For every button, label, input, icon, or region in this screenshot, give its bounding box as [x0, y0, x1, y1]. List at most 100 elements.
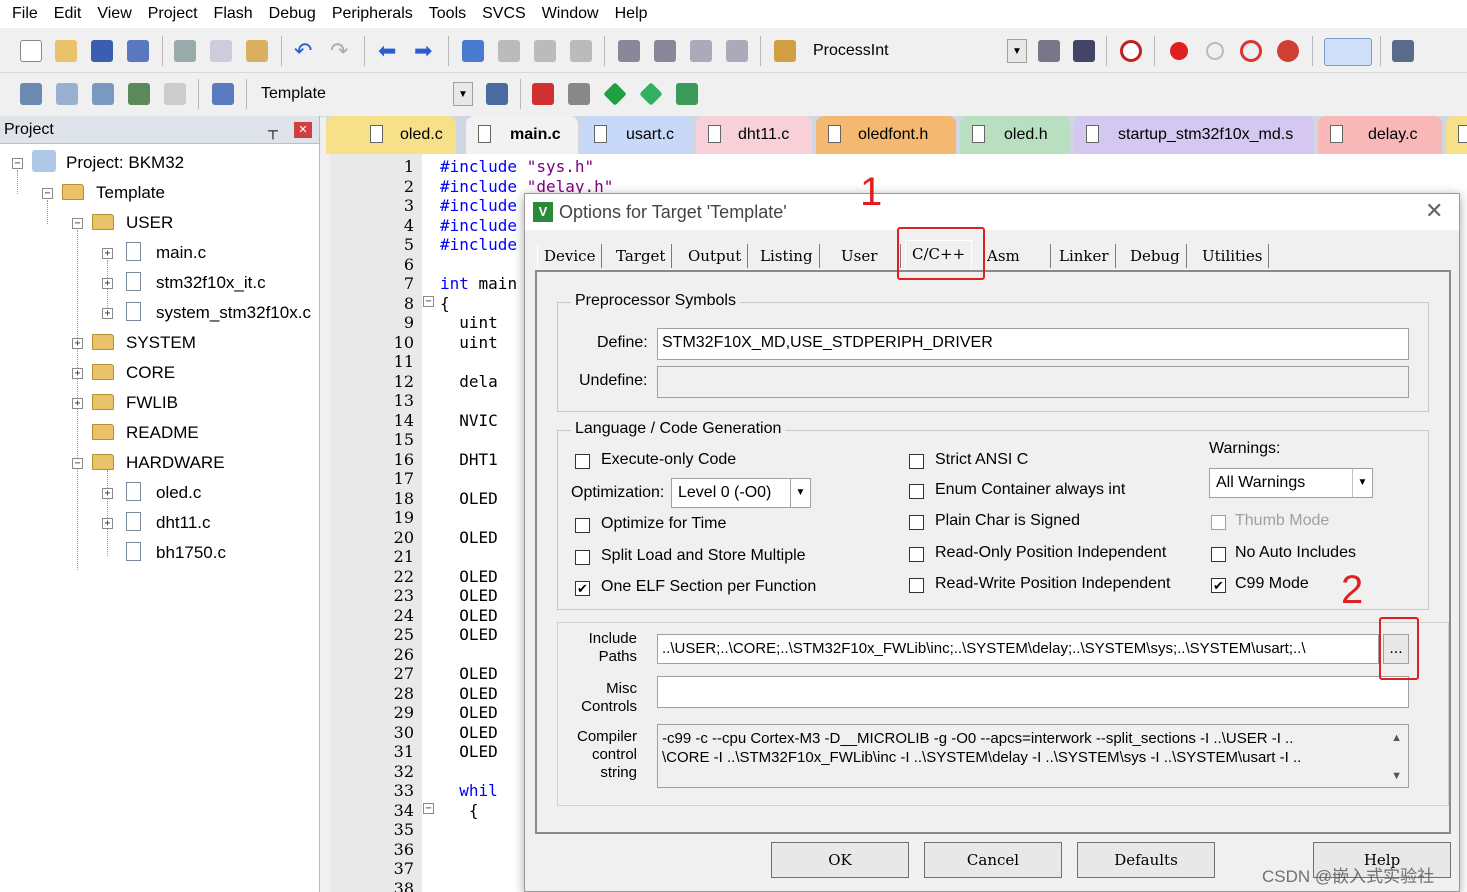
defaults-button[interactable]: Defaults	[1077, 842, 1215, 878]
fold-icon[interactable]: −	[423, 296, 434, 307]
cancel-button[interactable]: Cancel	[924, 842, 1062, 878]
collapse-icon[interactable]: −	[72, 458, 83, 469]
find-in-files-icon[interactable]	[774, 40, 796, 62]
bookmark-icon[interactable]	[462, 40, 484, 62]
manage-rte-icon[interactable]	[603, 82, 627, 106]
menu-tools[interactable]: Tools	[421, 0, 474, 28]
expand-icon[interactable]: +	[102, 278, 113, 289]
tab-user[interactable]: User	[835, 244, 901, 268]
cut-icon[interactable]	[174, 40, 196, 62]
tab-asm[interactable]: Asm	[981, 244, 1051, 268]
wrench-icon[interactable]	[1392, 40, 1414, 62]
target-options-icon[interactable]	[486, 83, 508, 105]
copy-icon[interactable]	[210, 40, 232, 62]
misc-controls-field[interactable]	[657, 676, 1409, 708]
plain-char-checkbox[interactable]	[909, 515, 924, 530]
collapse-icon[interactable]: −	[72, 218, 83, 229]
menu-project[interactable]: Project	[140, 0, 206, 28]
tree-file[interactable]: main.c	[156, 242, 206, 264]
tree-group-user[interactable]: USER	[126, 212, 173, 234]
new-file-icon[interactable]	[20, 40, 42, 62]
translate-icon[interactable]	[20, 83, 42, 105]
expand-icon[interactable]: +	[72, 368, 83, 379]
debug-session-icon[interactable]	[1120, 40, 1142, 62]
save-icon[interactable]	[91, 40, 113, 62]
optimization-select[interactable]: Level 0 (-O0) ▼	[671, 478, 811, 508]
tree-group[interactable]: CORE	[126, 362, 175, 384]
expand-icon[interactable]: +	[102, 488, 113, 499]
c99-mode-checkbox[interactable]: ✔	[1211, 578, 1226, 593]
no-auto-includes-checkbox[interactable]	[1211, 547, 1226, 562]
manage-project-items-icon[interactable]	[532, 83, 554, 105]
tab-linker[interactable]: Linker	[1053, 244, 1116, 268]
select-packs-icon[interactable]	[639, 82, 663, 106]
enum-container-checkbox[interactable]	[909, 484, 924, 499]
build-icon[interactable]	[56, 83, 78, 105]
process-combo[interactable]: ProcessInt ▼	[806, 38, 1028, 64]
expand-icon[interactable]: +	[72, 338, 83, 349]
download-load-icon[interactable]	[212, 83, 234, 105]
tree-group[interactable]: SYSTEM	[126, 332, 196, 354]
strict-ansi-checkbox[interactable]	[909, 454, 924, 469]
include-paths-field[interactable]: ..\USER;..\CORE;..\STM32F10x_FWLib\inc;.…	[657, 634, 1379, 664]
tab-more[interactable]	[1446, 116, 1467, 154]
tree-target[interactable]: Template	[96, 182, 165, 204]
redo-icon[interactable]: ↷	[330, 40, 352, 62]
tree-group[interactable]: HARDWARE	[126, 452, 225, 474]
tab-debug[interactable]: Debug	[1124, 244, 1187, 268]
chevron-down-icon[interactable]: ▼	[1007, 39, 1027, 63]
tab-utilities[interactable]: Utilities	[1196, 244, 1270, 268]
uncomment-icon[interactable]	[726, 40, 748, 62]
expand-icon[interactable]: +	[72, 398, 83, 409]
rebuild-icon[interactable]	[92, 83, 114, 105]
chevron-down-icon[interactable]: ▼	[1352, 469, 1372, 497]
manage-multi-project-icon[interactable]	[568, 83, 590, 105]
chevron-down-icon[interactable]: ▼	[790, 479, 810, 507]
window-layout-icon[interactable]	[1324, 38, 1372, 66]
tab-dht11-c[interactable]: dht11.c	[696, 116, 812, 154]
nav-forward-icon[interactable]: ➡	[414, 40, 436, 62]
chevron-down-icon[interactable]: ▼	[453, 82, 473, 106]
menu-debug[interactable]: Debug	[261, 0, 324, 28]
find-icon[interactable]	[1038, 40, 1060, 62]
open-folder-icon[interactable]	[55, 40, 77, 62]
tree-group[interactable]: README	[126, 422, 199, 444]
tab-usart-c[interactable]: usart.c	[582, 116, 692, 154]
menu-peripherals[interactable]: Peripherals	[324, 0, 421, 28]
split-load-checkbox[interactable]	[575, 550, 590, 565]
comment-icon[interactable]	[690, 40, 712, 62]
optimize-time-checkbox[interactable]	[575, 518, 590, 533]
close-icon[interactable]: ✕	[1425, 198, 1443, 224]
breakpoint-disable-icon[interactable]	[1206, 42, 1224, 60]
ok-button[interactable]: OK	[771, 842, 909, 878]
tab-delay-c[interactable]: delay.c	[1318, 116, 1442, 154]
thumb-mode-checkbox[interactable]	[1211, 515, 1226, 530]
target-select[interactable]: Template ▼	[254, 81, 474, 107]
tree-file[interactable]: oled.c	[156, 482, 201, 504]
save-all-icon[interactable]	[127, 40, 149, 62]
pin-icon[interactable]: ┬	[268, 116, 278, 144]
tab-startup-s[interactable]: startup_stm32f10x_md.s	[1074, 116, 1314, 154]
menu-edit[interactable]: Edit	[46, 0, 90, 28]
undefine-field[interactable]	[657, 366, 1409, 398]
tab-oled-h[interactable]: oled.h	[960, 116, 1070, 154]
incremental-find-icon[interactable]	[1073, 40, 1095, 62]
tab-device[interactable]: Device	[537, 244, 603, 268]
bookmark-next-icon[interactable]	[534, 40, 556, 62]
tree-file[interactable]: bh1750.c	[156, 542, 226, 564]
stop-build-icon[interactable]	[164, 83, 186, 105]
tree-group[interactable]: FWLIB	[126, 392, 178, 414]
indent-icon[interactable]	[618, 40, 640, 62]
tree-file[interactable]: dht11.c	[156, 512, 211, 534]
expand-icon[interactable]: +	[102, 248, 113, 259]
tree-file[interactable]: stm32f10x_it.c	[156, 272, 266, 294]
collapse-icon[interactable]: −	[42, 188, 53, 199]
bookmark-clear-icon[interactable]	[570, 40, 592, 62]
tab-oledfont-h[interactable]: oledfont.h	[816, 116, 956, 154]
expand-icon[interactable]: +	[102, 518, 113, 529]
breakpoint-kill-all-icon[interactable]	[1277, 40, 1299, 62]
scroll-up-icon[interactable]: ▲	[1391, 729, 1402, 748]
tab-main-c[interactable]: main.c	[466, 116, 578, 154]
ro-position-checkbox[interactable]	[909, 547, 924, 562]
tab-listing[interactable]: Listing	[754, 244, 820, 268]
